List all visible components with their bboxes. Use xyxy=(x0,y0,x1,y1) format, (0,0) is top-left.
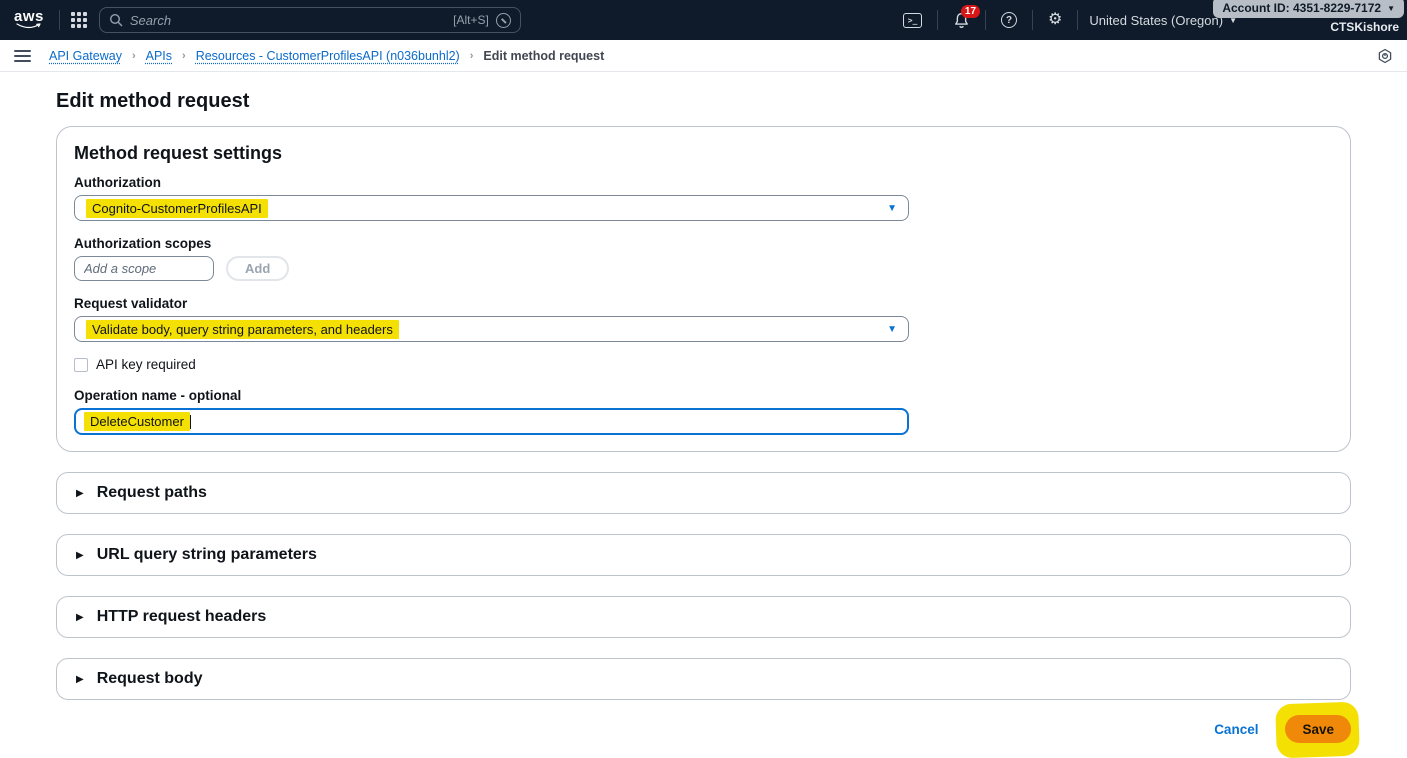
text-cursor xyxy=(189,414,192,429)
chevron-down-icon: ▼ xyxy=(887,323,897,335)
operation-name-label: Operation name - optional xyxy=(74,388,242,403)
main-content: Edit method request Method request setti… xyxy=(0,90,1407,758)
section-request-body[interactable]: ▶ Request body xyxy=(56,658,1351,700)
chevron-down-icon: ▼ xyxy=(1387,3,1395,13)
account-id-chip[interactable]: Account ID: 4351-8229-7172 ▼ xyxy=(1213,0,1404,18)
aws-smile xyxy=(16,23,41,29)
account-id-label: Account ID: 4351-8229-7172 xyxy=(1222,1,1382,15)
divider xyxy=(1077,10,1079,30)
caret-right-icon: ▶ xyxy=(76,673,84,685)
settings-button[interactable]: ⚙ xyxy=(1044,12,1066,28)
request-validator-select[interactable]: Validate body, query string parameters, … xyxy=(74,316,909,342)
search-shortcut: [Alt+S] xyxy=(453,13,489,27)
account-username: CTSKishore xyxy=(1330,20,1399,34)
breadcrumb-current: Edit method request xyxy=(483,48,605,63)
operation-name-input[interactable]: DeleteCustomer xyxy=(74,408,909,435)
search-assistant-icon xyxy=(495,12,511,28)
notification-badge: 17 xyxy=(960,4,981,18)
chevron-right-icon: › xyxy=(469,49,474,62)
request-validator-field: Request validator Validate body, query s… xyxy=(74,296,1333,342)
api-key-required-checkbox[interactable] xyxy=(74,357,88,372)
page-title: Edit method request xyxy=(56,90,250,112)
divider xyxy=(1032,10,1034,30)
section-title: URL query string parameters xyxy=(96,546,317,563)
search-placeholder: Search xyxy=(129,12,172,28)
authorization-label: Authorization xyxy=(74,175,161,190)
hexagon-icon xyxy=(1378,48,1392,63)
authorization-scopes-field: Authorization scopes Add xyxy=(74,236,1333,281)
gear-icon: ⚙ xyxy=(1048,11,1063,28)
operation-name-field: Operation name - optional DeleteCustomer xyxy=(74,388,1333,435)
section-title: Request paths xyxy=(96,484,207,501)
aws-logo[interactable]: aws xyxy=(14,9,44,30)
breadcrumb-link-api-gateway[interactable]: API Gateway xyxy=(49,49,122,63)
breadcrumb-link-apis[interactable]: APIs xyxy=(146,49,172,63)
search-icon xyxy=(109,13,123,27)
breadcrumb-bar: API Gateway › APIs › Resources - Custome… xyxy=(0,40,1407,72)
notifications-button[interactable]: 17 xyxy=(949,4,981,29)
section-request-paths[interactable]: ▶ Request paths xyxy=(56,472,1351,514)
breadcrumb: API Gateway › APIs › Resources - Custome… xyxy=(49,49,604,63)
caret-right-icon: ▶ xyxy=(76,487,84,499)
section-title: HTTP request headers xyxy=(96,608,267,625)
info-panel-button[interactable] xyxy=(1377,48,1393,64)
divider xyxy=(58,10,60,30)
request-validator-label: Request validator xyxy=(74,296,188,311)
section-title: Request body xyxy=(96,670,203,687)
request-validator-selected-value: Validate body, query string parameters, … xyxy=(86,319,399,339)
cloudshell-button[interactable]: >_ xyxy=(899,12,926,28)
caret-right-icon: ▶ xyxy=(76,611,84,623)
help-button[interactable]: ? xyxy=(997,12,1021,28)
cancel-button[interactable]: Cancel xyxy=(1214,722,1258,737)
api-key-required-row: API key required xyxy=(74,357,1333,372)
authorization-select[interactable]: Cognito-CustomerProfilesAPI ▼ xyxy=(74,195,909,221)
help-icon: ? xyxy=(1001,12,1018,28)
menu-icon[interactable] xyxy=(14,49,31,62)
divider xyxy=(937,10,939,30)
terminal-icon: >_ xyxy=(903,12,923,28)
top-navigation-bar: aws Search [Alt+S] >_ 17 ? ⚙ United Stat… xyxy=(0,0,1407,40)
caret-right-icon: ▶ xyxy=(76,549,84,561)
card-title: Method request settings xyxy=(74,143,283,163)
topbar-right-cluster: >_ 17 ? ⚙ United States (Oregon) ▼ xyxy=(899,4,1237,30)
authorization-scopes-label: Authorization scopes xyxy=(74,236,212,251)
chevron-right-icon: › xyxy=(131,49,136,62)
operation-name-value: DeleteCustomer xyxy=(84,412,190,431)
scope-input[interactable] xyxy=(74,256,214,281)
chevron-right-icon: › xyxy=(182,49,186,62)
api-key-required-label: API key required xyxy=(96,357,196,372)
breadcrumb-link-resources[interactable]: Resources - CustomerProfilesAPI (n036bun… xyxy=(196,49,460,63)
authorization-selected-value: Cognito-CustomerProfilesAPI xyxy=(86,198,268,218)
divider xyxy=(985,10,987,30)
add-scope-button[interactable]: Add xyxy=(226,256,290,281)
chevron-down-icon: ▼ xyxy=(887,202,897,214)
services-grid-icon[interactable] xyxy=(70,12,87,28)
section-url-query-string-parameters[interactable]: ▶ URL query string parameters xyxy=(56,534,1351,576)
search-input[interactable]: Search [Alt+S] xyxy=(98,7,521,33)
authorization-field: Authorization Cognito-CustomerProfilesAP… xyxy=(74,175,1333,221)
method-request-settings-card: Method request settings Authorization Co… xyxy=(56,126,1351,452)
section-http-request-headers[interactable]: ▶ HTTP request headers xyxy=(56,596,1351,638)
region-label: United States (Oregon) xyxy=(1089,12,1224,28)
